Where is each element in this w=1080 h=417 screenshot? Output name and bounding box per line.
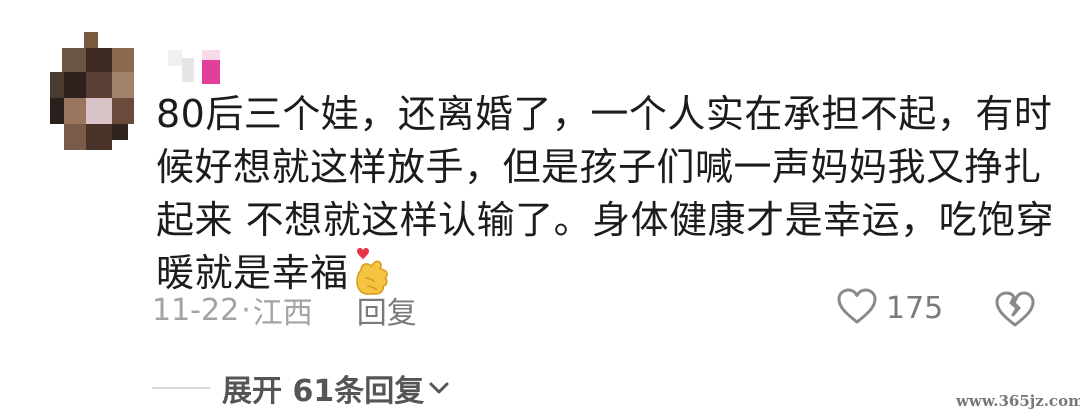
expand-replies-button[interactable]: 展开 61条回复 bbox=[152, 366, 450, 410]
expand-replies-label: 展开 61条回复 bbox=[222, 374, 425, 409]
avatar[interactable] bbox=[50, 32, 136, 150]
chevron-down-icon bbox=[428, 380, 450, 396]
comment-line: 80后三个娃，还离婚了，一个人实在承担不起，有时 bbox=[156, 92, 1053, 136]
comment-date: 11-22 bbox=[152, 292, 240, 328]
broken-heart-icon[interactable] bbox=[994, 289, 1036, 329]
expand-divider bbox=[152, 387, 210, 389]
redacted-name-image bbox=[168, 50, 220, 84]
like-count: 175 bbox=[886, 290, 944, 326]
heart-outline-icon bbox=[836, 287, 878, 329]
reply-button[interactable]: 回复 bbox=[357, 288, 417, 332]
comment-location: 江西 bbox=[252, 296, 313, 331]
comment-line: 候好想就这样放手，但是孩子们喊一声妈妈我又挣扎 bbox=[156, 145, 1042, 189]
avatar-image bbox=[50, 32, 134, 150]
comment-text: 80后三个娃，还离婚了，一个人实在承担不起，有时 候好想就这样放手，但是孩子们喊… bbox=[156, 88, 1055, 300]
comment-line: 起来 不想就这样认输了。身体健康才是幸运，吃饱穿 bbox=[156, 198, 1055, 242]
like-button[interactable]: 175 bbox=[836, 284, 943, 332]
username-redacted[interactable] bbox=[168, 50, 228, 86]
watermark: www.365jz.com bbox=[956, 392, 1080, 410]
comment-meta: 11-22 · 江西 回复 bbox=[152, 288, 417, 332]
meta-separator: · bbox=[241, 292, 251, 328]
